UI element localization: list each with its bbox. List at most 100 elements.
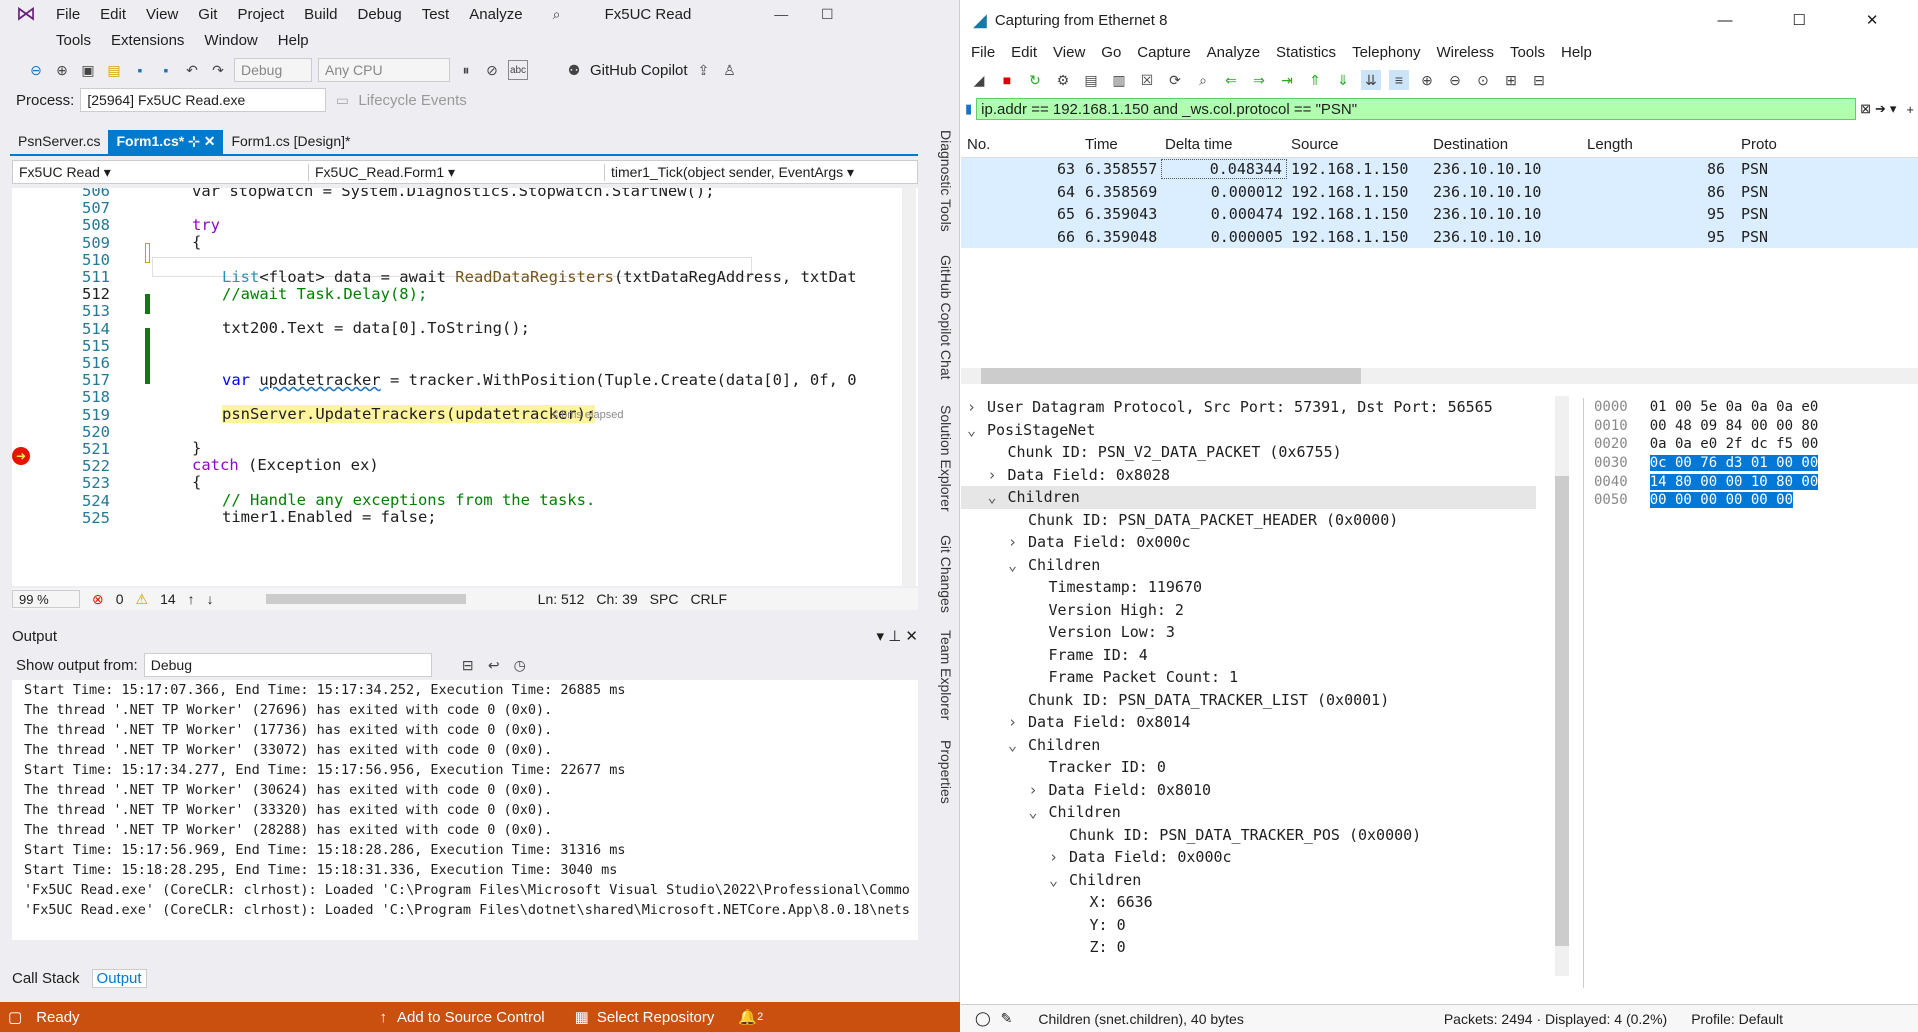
expert-info-icon[interactable]: ◯ — [975, 1010, 991, 1027]
copilot-icon[interactable]: ⚉ — [564, 60, 584, 80]
detail-node[interactable]: › Data Field: 0x8010 — [961, 779, 1536, 802]
col-time[interactable]: Time — [1081, 136, 1161, 153]
detail-node[interactable]: › User Datagram Protocol, Src Port: 57391… — [961, 396, 1536, 419]
go-forward-icon[interactable]: ⇒ — [1249, 70, 1269, 90]
expand-toggle-icon[interactable]: ⌄ — [967, 419, 983, 442]
menu-tools[interactable]: Tools — [46, 32, 101, 49]
output-pane-controls[interactable]: ▾ ⊥ ✕ — [877, 627, 919, 645]
save-icon[interactable]: ▪ — [130, 60, 150, 80]
search-icon[interactable]: ⌕ — [547, 4, 567, 24]
clear-output-icon[interactable]: ⊟ — [458, 655, 478, 675]
menu-capture[interactable]: Capture — [1129, 44, 1198, 61]
output-source-select[interactable]: Debug — [143, 653, 432, 677]
menu-help[interactable]: Help — [1553, 44, 1600, 61]
select-repository[interactable]: Select Repository — [597, 1009, 715, 1026]
side-tab-team-explorer[interactable]: Team Explorer — [920, 630, 954, 720]
hex-bytes[interactable]: 00 48 09 84 00 00 80 — [1650, 418, 1819, 434]
menu-telephony[interactable]: Telephony — [1344, 44, 1428, 61]
detail-node[interactable]: Z: 0 — [961, 936, 1536, 959]
tab-psnserver[interactable]: PsnServer.cs — [10, 130, 108, 154]
maximize-icon[interactable]: ☐ — [1792, 11, 1805, 29]
menu-go[interactable]: Go — [1093, 44, 1129, 61]
spell-check-icon[interactable]: abc — [508, 60, 528, 80]
breakpoint-arrow-icon[interactable]: ➜ — [12, 447, 30, 465]
capture-options-icon[interactable]: ⚙ — [1053, 70, 1073, 90]
colorize-icon[interactable]: ≡ — [1389, 70, 1409, 90]
detail-node[interactable]: ⌄ Children — [961, 869, 1536, 892]
tab-form1-design[interactable]: Form1.cs [Design]* — [223, 130, 358, 154]
start-capture-icon[interactable]: ◢ — [969, 70, 989, 90]
close-tab-icon[interactable]: ✕ — [204, 133, 216, 149]
menu-debug[interactable]: Debug — [348, 6, 412, 23]
menu-view[interactable]: View — [1045, 44, 1093, 61]
col-source[interactable]: Source — [1287, 136, 1429, 153]
add-source-control[interactable]: Add to Source Control — [397, 1009, 545, 1026]
menu-extensions[interactable]: Extensions — [101, 32, 194, 49]
packet-row[interactable]: 65 6.359043 0.000474 192.168.1.150 236.10.10… — [961, 203, 1918, 226]
find-packet-icon[interactable]: ⌕ — [1193, 70, 1213, 90]
col-protocol[interactable]: Proto — [1737, 136, 1797, 153]
select-repo-icon[interactable]: ▦ — [575, 1008, 589, 1026]
packet-details[interactable]: › User Datagram Protocol, Src Port: 57391… — [961, 396, 1536, 988]
go-back-icon[interactable]: ⇐ — [1221, 70, 1241, 90]
restart-capture-icon[interactable]: ↻ — [1025, 70, 1045, 90]
process-select[interactable]: [25964] Fx5UC Read.exe — [80, 88, 327, 112]
menu-analyze[interactable]: Analyze — [459, 6, 532, 23]
history-icon[interactable]: ◷ — [510, 655, 530, 675]
zoom-select[interactable]: 99 % — [12, 590, 80, 608]
col-destination[interactable]: Destination — [1429, 136, 1583, 153]
details-vscrollbar[interactable] — [1555, 396, 1569, 976]
detail-node[interactable]: Timestamp: 119670 — [961, 576, 1536, 599]
copilot-button[interactable]: GitHub Copilot — [590, 62, 688, 79]
menu-edit[interactable]: Edit — [1003, 44, 1045, 61]
config-select[interactable]: Debug — [234, 58, 312, 82]
last-packet-icon[interactable]: ⇓ — [1333, 70, 1353, 90]
display-filter-input[interactable]: ip.addr == 192.168.1.150 and _ws.col.pro… — [976, 98, 1857, 120]
packet-list-hscrollbar[interactable] — [961, 368, 1918, 384]
menu-file[interactable]: File — [963, 44, 1003, 61]
project-nav[interactable]: Fx5UC Read ▾ — [13, 163, 309, 181]
side-tab-solution-explorer[interactable]: Solution Explorer — [920, 405, 954, 512]
warning-icon[interactable]: ⚠ — [136, 591, 149, 608]
expand-toggle-icon[interactable]: › — [1008, 711, 1024, 734]
detail-node[interactable]: Frame Packet Count: 1 — [961, 666, 1536, 689]
detail-node[interactable]: Y: 0 — [961, 914, 1536, 937]
zoom-out-icon[interactable]: ⊖ — [1445, 70, 1465, 90]
profile[interactable]: Profile: Default — [1691, 1011, 1783, 1027]
error-icon[interactable]: ⊗ — [92, 591, 104, 608]
detail-node[interactable]: Chunk ID: PSN_DATA_PACKET_HEADER (0x0000… — [961, 509, 1536, 532]
col-length[interactable]: Length — [1583, 136, 1737, 153]
expand-toggle-icon[interactable]: › — [1029, 779, 1045, 802]
expand-toggle-icon[interactable]: › — [1049, 846, 1065, 869]
stop-icon[interactable]: ⊘ — [482, 60, 502, 80]
side-tab-copilot-chat[interactable]: GitHub Copilot Chat — [920, 255, 954, 380]
detail-node[interactable]: ⌄ Children — [961, 734, 1536, 757]
expand-toggle-icon[interactable]: ⌄ — [1008, 734, 1024, 757]
detail-node[interactable]: X: 6636 — [961, 891, 1536, 914]
expand-toggle-icon[interactable]: › — [967, 396, 983, 419]
lifecycle-events[interactable]: Lifecycle Events — [358, 92, 466, 109]
redo-icon[interactable]: ↷ — [208, 60, 228, 80]
detail-node[interactable]: ⌄ Children — [961, 486, 1536, 509]
detail-node[interactable]: Tracker ID: 0 — [961, 756, 1536, 779]
expand-toggle-icon[interactable]: › — [988, 464, 1004, 487]
detail-node[interactable]: Frame ID: 4 — [961, 644, 1536, 667]
stop-capture-icon[interactable]: ■ — [997, 70, 1017, 90]
menu-analyze[interactable]: Analyze — [1199, 44, 1268, 61]
notifications-icon[interactable]: 🔔 — [738, 1008, 757, 1026]
detail-node[interactable]: ⌄ Children — [961, 801, 1536, 824]
open-icon[interactable]: ▤ — [104, 60, 124, 80]
bookmark-icon[interactable]: ▮ — [965, 101, 972, 117]
back-icon[interactable]: ⊖ — [26, 60, 46, 80]
detail-node[interactable]: › Data Field: 0x000c — [961, 531, 1536, 554]
pin-icon[interactable]: ⊹ — [188, 133, 200, 149]
detail-node[interactable]: ⌄ PosiStageNet — [961, 419, 1536, 442]
add-filter-icon[interactable]: + — [1906, 102, 1914, 117]
pause-icon[interactable]: ⏸ — [456, 60, 476, 80]
hex-bytes[interactable]: 00 00 00 00 00 00 — [1649, 492, 1794, 509]
col-no[interactable]: No. — [961, 136, 1081, 153]
hex-bytes[interactable]: 0a 0a e0 2f dc f5 00 — [1650, 436, 1819, 452]
up-arrow-icon[interactable]: ↑ — [188, 591, 195, 607]
menu-git[interactable]: Git — [188, 6, 227, 23]
packet-row[interactable]: 64 6.358569 0.000012 192.168.1.150 236.10.10… — [961, 180, 1918, 203]
